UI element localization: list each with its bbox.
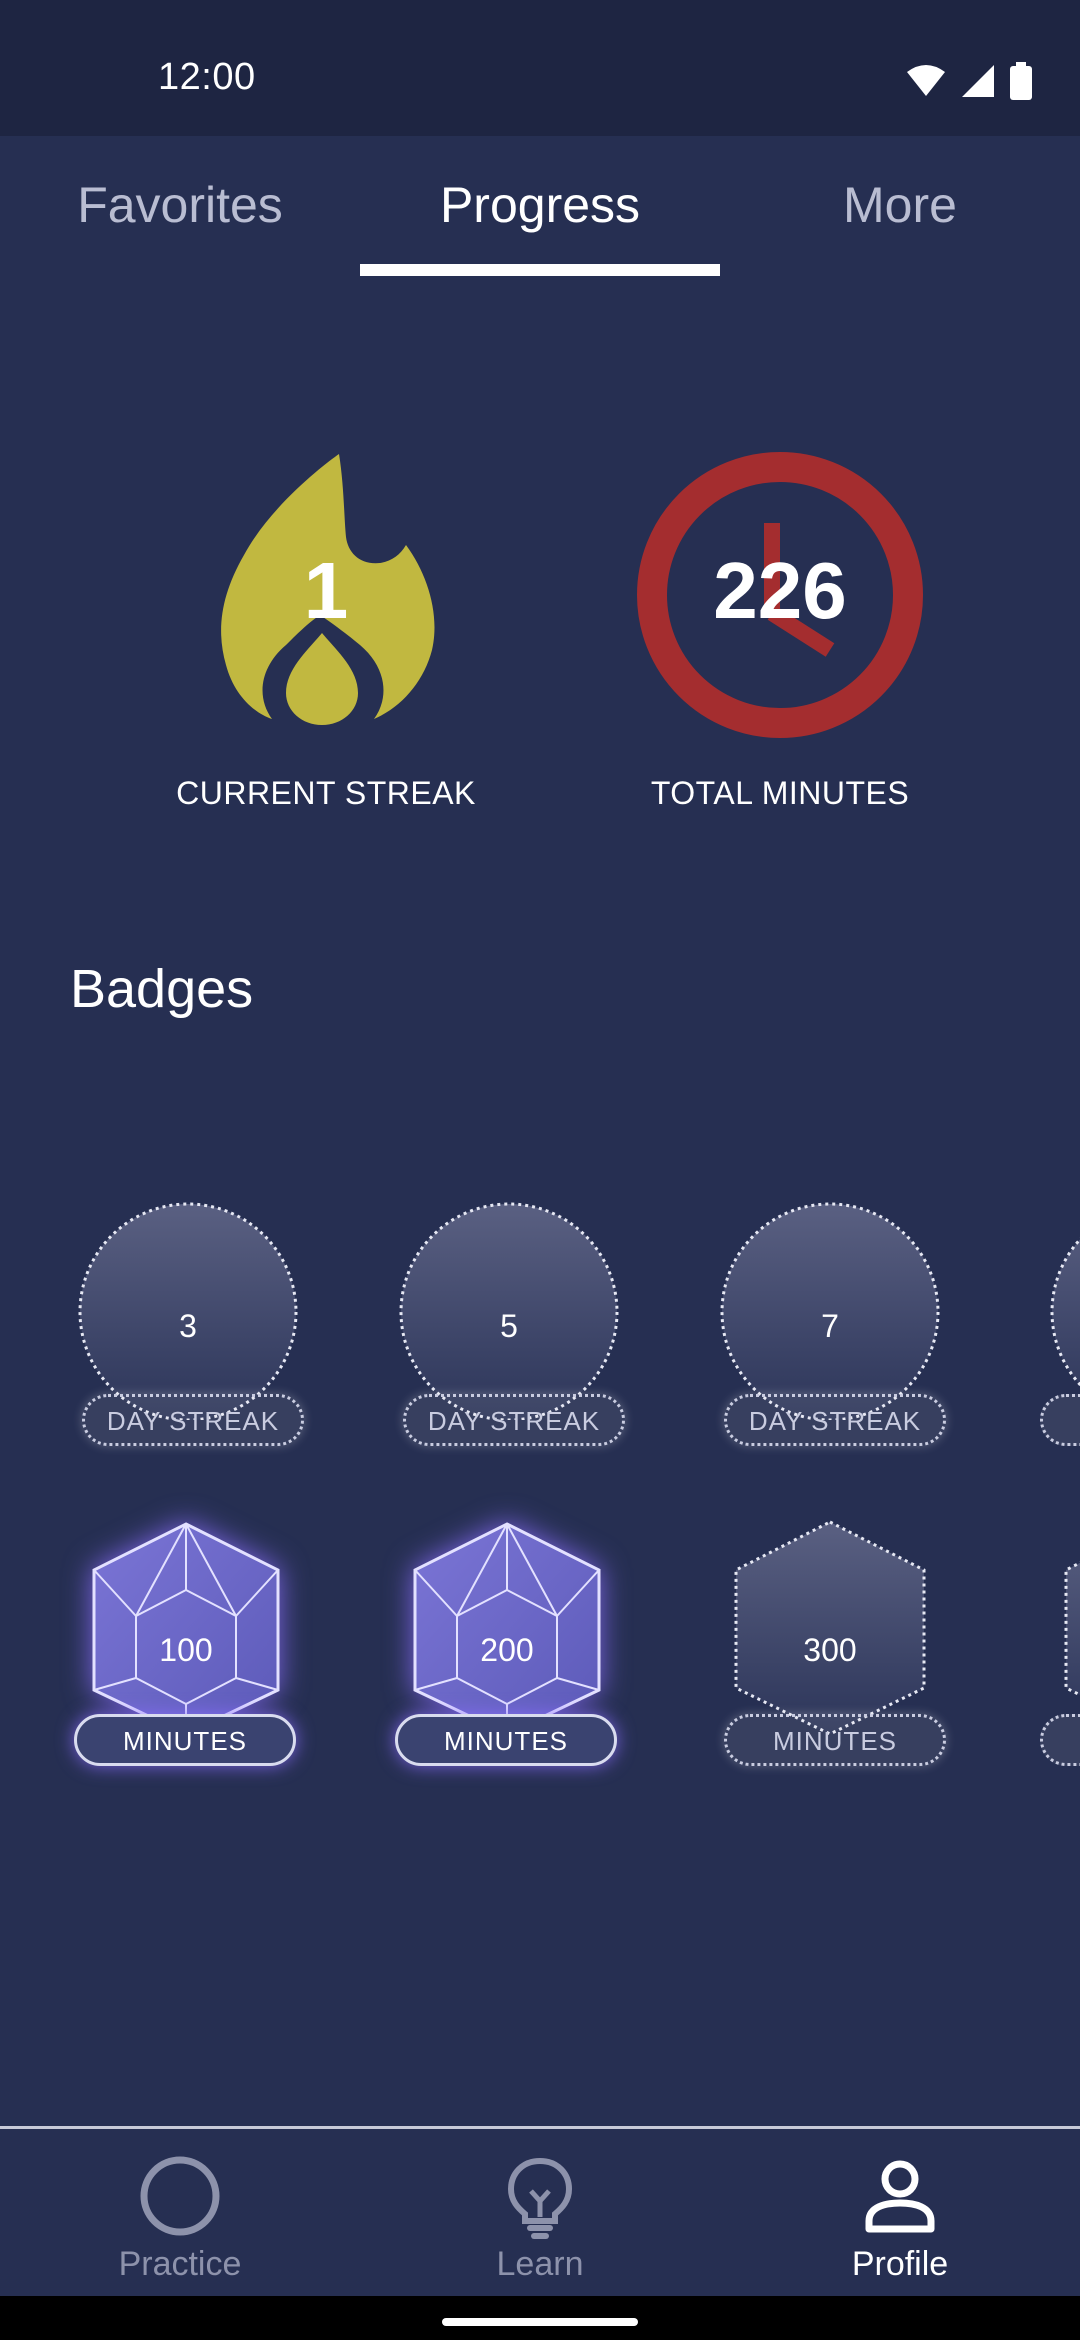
person-icon bbox=[865, 2160, 935, 2233]
total-minutes-stat: 226 TOTAL MINUTES bbox=[570, 445, 990, 812]
badge-value: 3 bbox=[179, 1308, 197, 1344]
minutes-value: 226 bbox=[713, 546, 847, 635]
streak-value: 1 bbox=[303, 546, 349, 635]
circle-icon bbox=[140, 2156, 220, 2236]
badge-label: DAY STREAK bbox=[403, 1394, 625, 1446]
nav-label: Practice bbox=[118, 2245, 242, 2283]
badge-label: MINUTES bbox=[74, 1714, 296, 1766]
badge-100-minutes[interactable]: 100 MINUTES bbox=[66, 1520, 306, 1780]
streak-label: CURRENT STREAK bbox=[176, 775, 476, 811]
badge-value: 300 bbox=[803, 1632, 857, 1668]
badge-label: DAY STREAK bbox=[82, 1394, 304, 1446]
badge-label-partial bbox=[1040, 1394, 1080, 1446]
nav-practice[interactable]: Practice bbox=[0, 2151, 360, 2284]
nav-profile[interactable]: Profile bbox=[720, 2151, 1080, 2284]
nav-label: Profile bbox=[851, 2245, 949, 2283]
current-streak-stat: 1 CURRENT STREAK bbox=[116, 445, 536, 812]
badge-value: 100 bbox=[159, 1632, 213, 1668]
status-icons bbox=[906, 62, 1032, 100]
lightbulb-icon bbox=[507, 2157, 573, 2239]
battery-icon bbox=[1010, 62, 1032, 100]
tab-favorites[interactable]: Favorites bbox=[0, 176, 360, 234]
top-tabs: Favorites Progress More bbox=[0, 136, 1080, 276]
home-handle[interactable] bbox=[442, 2318, 638, 2326]
badges-heading: Badges bbox=[70, 959, 254, 1019]
minutes-label: TOTAL MINUTES bbox=[650, 775, 910, 811]
tab-more[interactable]: More bbox=[720, 176, 1080, 234]
status-time: 12:00 bbox=[158, 56, 256, 98]
tab-progress[interactable]: Progress bbox=[360, 176, 720, 234]
badge-value: 5 bbox=[500, 1308, 518, 1344]
hexagon-badge-icon bbox=[1064, 1561, 1080, 1697]
badge-value: 200 bbox=[480, 1632, 534, 1668]
badge-partial-streak[interactable] bbox=[1040, 1200, 1080, 1460]
badge-label-partial bbox=[1040, 1714, 1080, 1766]
status-bar: 12:00 bbox=[0, 0, 1080, 136]
hexagon-badge-icon bbox=[734, 1520, 926, 1736]
badge-200-minutes[interactable]: 200 MINUTES bbox=[387, 1520, 627, 1780]
badge-value: 7 bbox=[821, 1308, 839, 1344]
badge-partial-minutes[interactable] bbox=[1040, 1520, 1080, 1780]
badge-7-day-streak[interactable]: 7 DAY STREAK bbox=[710, 1200, 950, 1460]
badge-300-minutes[interactable]: 300 MINUTES bbox=[710, 1520, 950, 1780]
nav-learn[interactable]: Learn bbox=[360, 2151, 720, 2284]
gesture-bar bbox=[0, 2296, 1080, 2340]
bottom-navigation: Practice Learn Profile bbox=[0, 2126, 1080, 2296]
badge-label: DAY STREAK bbox=[724, 1394, 946, 1446]
gem-badge-icon bbox=[413, 1522, 601, 1736]
bubble-badge-icon bbox=[1050, 1237, 1080, 1387]
tab-indicator bbox=[360, 264, 720, 276]
badge-5-day-streak[interactable]: 5 DAY STREAK bbox=[389, 1200, 629, 1460]
wifi-icon bbox=[907, 65, 945, 96]
badge-label: MINUTES bbox=[724, 1714, 946, 1766]
badge-3-day-streak[interactable]: 3 DAY STREAK bbox=[68, 1200, 308, 1460]
nav-label: Learn bbox=[496, 2245, 584, 2283]
gem-badge-icon bbox=[92, 1522, 280, 1736]
badge-label: MINUTES bbox=[395, 1714, 617, 1766]
signal-icon bbox=[962, 65, 994, 97]
